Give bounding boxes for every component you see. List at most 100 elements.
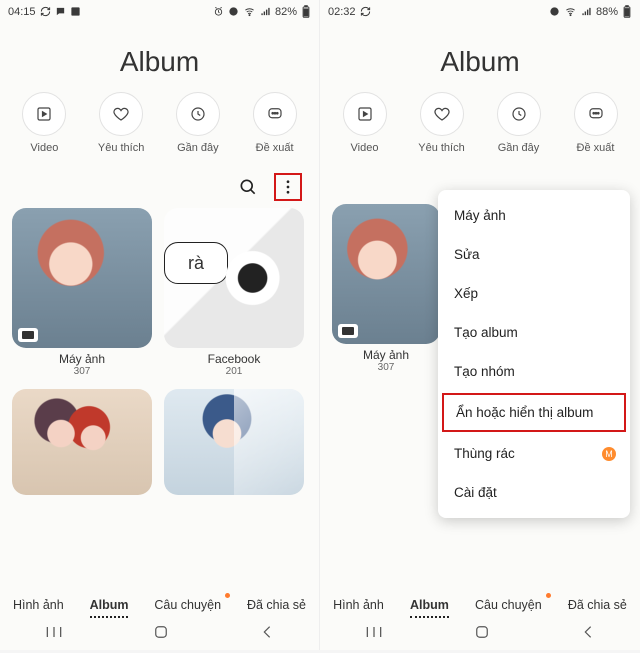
tab-images[interactable]: Hình ảnh (11, 594, 66, 616)
album-item[interactable]: rà Facebook 201 (164, 208, 304, 377)
more-vertical-icon (279, 178, 297, 196)
menu-item-edit[interactable]: Sửa (438, 235, 630, 274)
speech-bubble: rà (164, 242, 228, 284)
chip-video[interactable]: Video (329, 92, 401, 154)
tab-label: Câu chuyện (475, 598, 542, 612)
phone-left: 04:15 82% Album Video Yêu thích Gần đây (0, 0, 320, 650)
album-thumbnail (12, 208, 152, 348)
android-navbar (0, 618, 319, 646)
sync-icon (360, 6, 371, 17)
menu-label: Ẩn hoặc hiển thị album (456, 405, 593, 420)
suggest-icon (266, 105, 284, 123)
chip-recent[interactable]: Gần đây (162, 92, 234, 154)
album-type-icon (338, 324, 358, 338)
album-item[interactable] (164, 389, 304, 495)
overflow-menu: Máy ảnh Sửa Xếp Tạo album Tạo nhóm Ẩn ho… (438, 190, 630, 518)
status-bar: 02:32 88% (320, 0, 640, 22)
album-count: 307 (12, 366, 152, 377)
menu-item-create-group[interactable]: Tạo nhóm (438, 352, 630, 391)
chip-video[interactable]: Video (8, 92, 80, 154)
bottom-tabs: Hình ảnh Album Câu chuyện Đã chia sẻ (0, 594, 319, 616)
status-time: 04:15 (8, 6, 36, 18)
battery-text: 82% (275, 6, 297, 18)
tab-label: Album (90, 598, 129, 612)
signal-icon (260, 6, 271, 17)
album-name: Facebook (164, 352, 304, 366)
tab-images[interactable]: Hình ảnh (331, 594, 386, 616)
chip-label: Video (351, 142, 379, 154)
phone-right: 02:32 88% Album Video Yêu thích Gần đây … (320, 0, 640, 650)
chip-favorite[interactable]: Yêu thích (85, 92, 157, 154)
suggest-icon (587, 105, 605, 123)
status-bar: 04:15 82% (0, 0, 319, 22)
album-item[interactable]: Máy ảnh 307 (332, 204, 440, 373)
back-button[interactable] (259, 624, 275, 640)
tab-label: Đã chia sẻ (247, 598, 306, 612)
menu-label: Máy ảnh (454, 208, 506, 223)
recents-button[interactable] (364, 625, 384, 639)
tab-label: Hình ảnh (13, 598, 64, 612)
album-item[interactable] (12, 389, 152, 495)
bottom-tabs: Hình ảnh Album Câu chuyện Đã chia sẻ (320, 594, 640, 616)
chip-label: Yêu thích (98, 142, 144, 154)
menu-item-camera[interactable]: Máy ảnh (438, 196, 630, 235)
chip-recent[interactable]: Gần đây (483, 92, 555, 154)
sync-icon (40, 6, 51, 17)
page-title: Album (0, 22, 319, 92)
menu-item-sort[interactable]: Xếp (438, 274, 630, 313)
album-thumbnail (164, 389, 304, 495)
page-title: Album (320, 22, 640, 92)
album-item[interactable]: Máy ảnh 307 (12, 208, 152, 377)
menu-label: Tạo nhóm (454, 364, 515, 379)
album-name: Máy ảnh (12, 352, 152, 366)
menu-item-trash[interactable]: Thùng rácM (438, 434, 630, 473)
chip-label: Yêu thích (418, 142, 464, 154)
category-chips: Video Yêu thích Gần đây Đề xuất (0, 92, 319, 154)
menu-item-settings[interactable]: Cài đặt (438, 473, 630, 512)
album-grid: Máy ảnh 307 rà Facebook 201 (0, 204, 319, 499)
tab-stories[interactable]: Câu chuyện (473, 594, 544, 616)
more-button[interactable] (277, 176, 299, 198)
home-button[interactable] (152, 623, 170, 641)
album-count: 201 (164, 366, 304, 377)
tab-label: Hình ảnh (333, 598, 384, 612)
signal-icon (581, 6, 592, 17)
tab-shared[interactable]: Đã chia sẻ (566, 594, 629, 616)
album-type-icon (18, 328, 38, 342)
tab-label: Câu chuyện (154, 598, 221, 612)
menu-item-create-album[interactable]: Tạo album (438, 313, 630, 352)
search-button[interactable] (237, 176, 259, 198)
chip-label: Đề xuất (256, 142, 294, 154)
chip-suggest[interactable]: Đề xuất (560, 92, 632, 154)
chip-favorite[interactable]: Yêu thích (406, 92, 478, 154)
tab-album[interactable]: Album (88, 594, 131, 616)
menu-item-hide-show-album[interactable]: Ẩn hoặc hiển thị album (442, 393, 626, 432)
android-navbar (320, 618, 640, 646)
menu-label: Cài đặt (454, 485, 497, 500)
back-button[interactable] (580, 624, 596, 640)
album-thumbnail: rà (164, 208, 304, 348)
alarm-icon (213, 6, 224, 17)
battery-icon (622, 5, 632, 18)
notification-dot-icon (225, 593, 230, 598)
tab-shared[interactable]: Đã chia sẻ (245, 594, 308, 616)
chip-label: Gần đây (498, 142, 540, 154)
notification-dot-icon (546, 593, 551, 598)
chip-label: Video (30, 142, 58, 154)
tab-stories[interactable]: Câu chuyện (152, 594, 223, 616)
play-icon (35, 105, 53, 123)
album-thumbnail (12, 389, 152, 495)
chip-suggest[interactable]: Đề xuất (239, 92, 311, 154)
heart-icon (433, 105, 451, 123)
heart-icon (112, 105, 130, 123)
recents-button[interactable] (44, 625, 64, 639)
play-icon (356, 105, 374, 123)
menu-label: Thùng rác (454, 446, 515, 461)
clock-icon (510, 105, 528, 123)
search-icon (238, 177, 258, 197)
alert-icon (228, 6, 239, 17)
tab-album[interactable]: Album (408, 594, 451, 616)
home-button[interactable] (473, 623, 491, 641)
menu-label: Sửa (454, 247, 480, 262)
chat-icon (55, 6, 66, 17)
